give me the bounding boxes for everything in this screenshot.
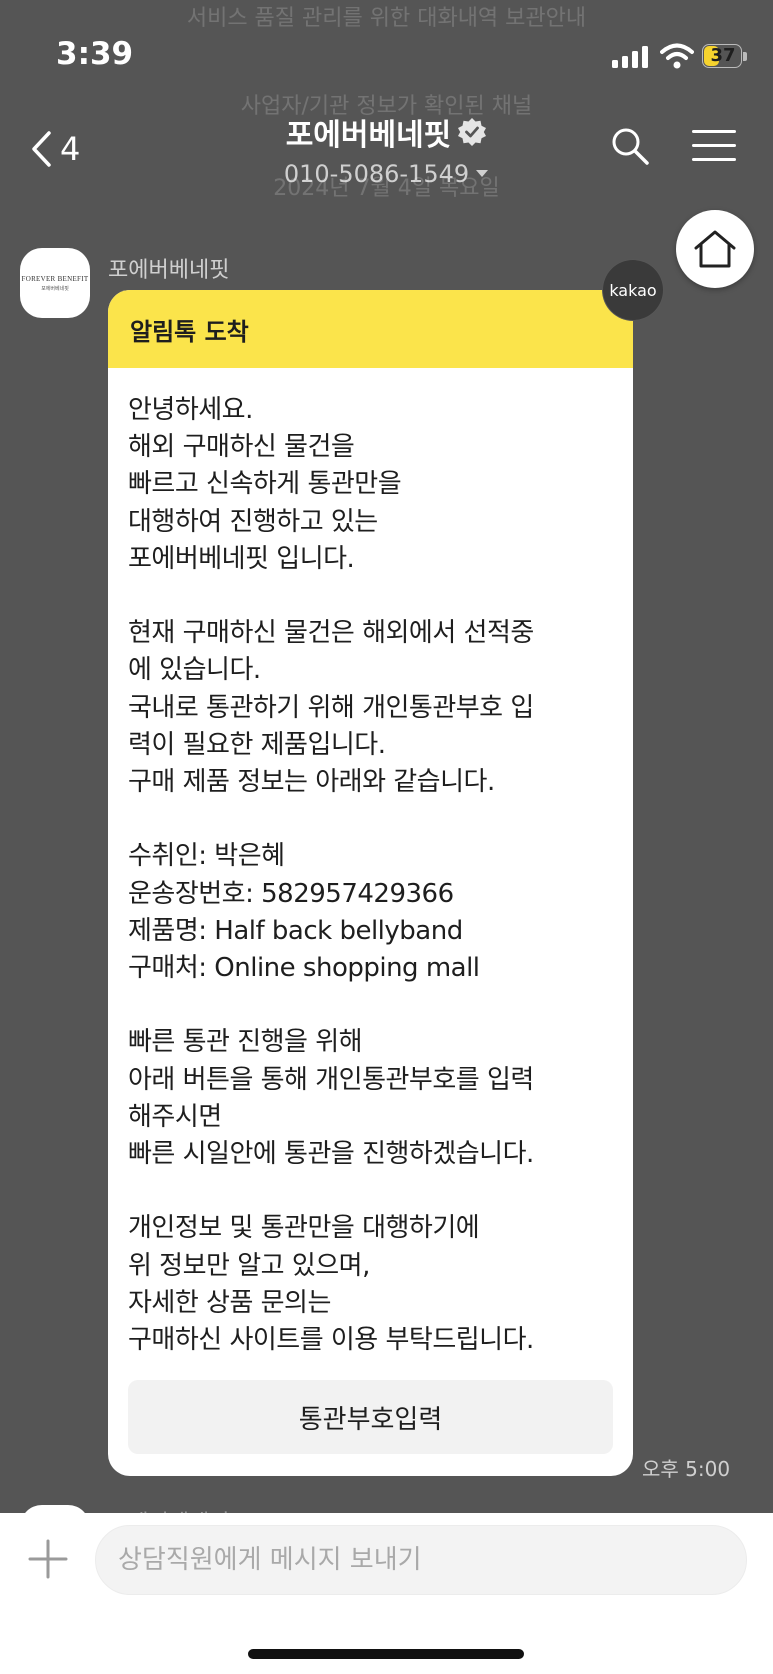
message-body: 안녕하세요. 해외 구매하신 물건을 빠르고 신속하게 통관만을 대행하여 진행… [128,395,534,1356]
phone-row: 010-5086-1549 [284,160,489,188]
channel-title-block[interactable]: 포에버베네핏 010-5086-1549 [0,110,773,188]
home-indicator [248,1649,524,1659]
verified-badge-icon [458,118,487,146]
avatar-logo-text: FOREVER BENEFIT [21,274,89,283]
channel-phone: 010-5086-1549 [283,160,470,188]
channel-name: 포에버베네핏 [285,118,452,153]
status-time: 3:39 [56,36,134,72]
channel-name-row: 포에버베네핏 [286,110,488,154]
customs-code-input-button[interactable]: 통관부호입력 [128,1380,613,1454]
kakao-badge: kakao [602,259,664,321]
message-time: 오후 5:00 [642,1457,731,1481]
message-input[interactable] [95,1525,747,1595]
channel-avatar[interactable]: FOREVER BENEFIT 포에버베네핏 [20,248,90,318]
chat-header: 4 포에버베네핏 010-5086-1549 [0,100,773,200]
search-icon[interactable] [610,126,650,166]
wifi-icon [660,43,694,69]
dropdown-caret-icon [476,170,489,177]
avatar-logo-subtext: 포에버베네핏 [41,285,69,292]
status-bar: 3:39 37 [0,0,773,100]
battery-level: 37 [710,45,736,66]
home-icon [694,230,736,268]
home-button[interactable] [676,210,754,288]
bubble-header: 알림톡 도착 [108,290,633,368]
battery-indicator: 37 [702,44,748,70]
alimtalk-message-bubble: 알림톡 도착 안녕하세요. 해외 구매하신 물건을 빠르고 신속하게 통관만을 … [108,290,633,1476]
message-input-bar [0,1513,773,1674]
signal-icon [612,46,648,68]
plus-icon[interactable] [28,1539,68,1579]
message-sender: 포에버베네핏 [108,258,230,283]
menu-icon[interactable] [692,128,736,164]
